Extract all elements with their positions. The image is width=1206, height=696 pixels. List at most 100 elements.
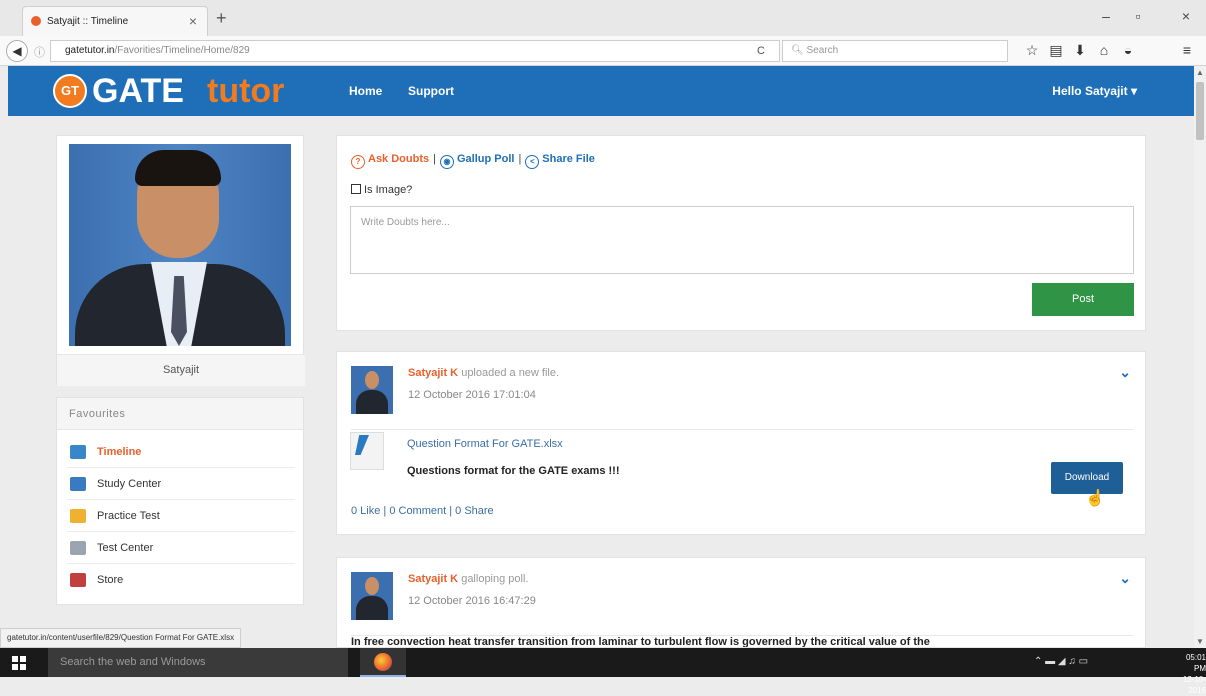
post-action: uploaded a new file. — [458, 367, 560, 379]
windows-start-icon[interactable] — [12, 656, 26, 670]
logo-text[interactable]: GATE — [92, 72, 184, 110]
reload-icon[interactable]: C — [757, 45, 765, 57]
fav-item-label: Timeline — [97, 446, 142, 458]
menu-icon[interactable]: ≡ — [1178, 42, 1196, 58]
file-description: Questions format for the GATE exams !!! — [407, 465, 620, 477]
fav-item-store[interactable]: Store — [67, 564, 295, 596]
post-date: 12 October 2016 16:47:29 — [408, 595, 536, 607]
firefox-taskbar-button[interactable] — [360, 648, 406, 677]
logo-accent-text[interactable]: tutor — [207, 72, 284, 110]
tab-share-file[interactable]: < Share File — [525, 153, 595, 169]
tab-label: Ask Doubts — [368, 153, 430, 165]
calendar-icon — [70, 445, 86, 459]
minimize-icon[interactable]: – — [1096, 8, 1116, 24]
post-stats: 0 Like | 0 Comment | 0 Share — [351, 505, 494, 517]
tab-label: Gallup Poll — [456, 153, 515, 165]
composer-tabs: ? Ask Doubts | ◉ Gallup Poll | < Share File — [351, 153, 595, 169]
post-button[interactable]: Post — [1032, 283, 1134, 316]
bookmark-star-icon[interactable]: ☆ — [1023, 42, 1041, 59]
system-tray[interactable]: ⌃ ▬ ◢ ♫ ▭ — [1034, 656, 1088, 667]
composer-card: ? Ask Doubts | ◉ Gallup Poll | < Share File Is … — [336, 135, 1146, 331]
share-icon: < — [525, 155, 540, 169]
browser-tabbar: Satyajit :: Timeline × + – ▫ × — [0, 0, 1206, 36]
divider — [351, 429, 1133, 430]
fav-item-practice-test[interactable]: Practice Test — [67, 500, 295, 532]
info-icon[interactable]: ⓘ — [34, 44, 45, 60]
fav-item-label: Store — [97, 574, 124, 586]
close-tab-icon[interactable]: × — [189, 13, 197, 29]
reading-list-icon[interactable]: ▤ — [1047, 42, 1065, 59]
file-name-link[interactable]: Question Format For GATE.xlsx — [407, 438, 563, 450]
url-path: /Favorities/Timeline/Home/829 — [114, 45, 250, 56]
taskbar-search-input[interactable]: Search the web and Windows — [48, 648, 348, 677]
doubt-textarea[interactable]: Write Doubts here... — [350, 206, 1134, 274]
favicon-icon — [31, 16, 41, 26]
firefox-icon — [374, 653, 392, 671]
search-placeholder: Search — [806, 45, 839, 56]
chevron-down-icon[interactable]: ⌄ — [1119, 570, 1131, 587]
tab-title: Satyajit :: Timeline — [47, 16, 129, 27]
pocket-icon[interactable]: ◒ — [1119, 42, 1137, 58]
clock-date: 12-10-2016 — [1182, 675, 1206, 695]
post-stats-links[interactable]: 0 Like | 0 Comment | 0 Share — [351, 505, 494, 517]
avatar[interactable] — [351, 572, 393, 620]
feed-card: Satyajit K galloping poll. 12 October 20… — [336, 557, 1146, 648]
tab-gallup-poll[interactable]: ◉ Gallup Poll — [439, 153, 515, 169]
folder-icon — [70, 509, 86, 523]
fav-item-study-center[interactable]: Study Center — [67, 468, 295, 500]
fav-item-test-center[interactable]: Test Center — [67, 532, 295, 564]
post-author[interactable]: Satyajit K — [408, 367, 458, 379]
favourites-heading: Favourites — [57, 398, 303, 430]
url-host: gatetutor.in — [65, 45, 115, 56]
favourites-panel: Favourites Timeline Study Center Practic… — [56, 397, 304, 605]
post-date: 12 October 2016 17:01:04 — [408, 389, 536, 401]
chevron-down-icon[interactable]: ⌄ — [1119, 364, 1131, 381]
post-author[interactable]: Satyajit K — [408, 573, 458, 585]
user-menu[interactable]: Hello Satyajit ▾ — [1052, 84, 1137, 98]
fav-item-label: Study Center — [97, 478, 162, 490]
pen-icon — [70, 541, 86, 555]
scroll-down-icon[interactable]: ▼ — [1196, 637, 1204, 646]
browser-search-input[interactable]: 🔍︎ Search — [782, 40, 1008, 62]
poll-icon: ◉ — [439, 155, 454, 169]
nav-home[interactable]: Home — [349, 84, 382, 98]
browser-navbar: ◀ ⓘ gatetutor.in/Favorities/Timeline/Hom… — [0, 36, 1206, 66]
close-window-icon[interactable]: × — [1176, 8, 1196, 24]
scrollbar-thumb[interactable] — [1196, 82, 1204, 140]
download-icon[interactable]: ⬇ — [1071, 42, 1089, 59]
fav-item-label: Test Center — [97, 542, 154, 554]
tab-ask-doubts[interactable]: ? Ask Doubts — [351, 153, 430, 169]
question-icon: ? — [351, 155, 365, 169]
store-icon — [70, 573, 86, 587]
fav-item-label: Practice Test — [97, 510, 160, 522]
browser-tab[interactable]: Satyajit :: Timeline × — [22, 6, 208, 36]
profile-name[interactable]: Satyajit — [57, 354, 305, 386]
books-icon — [70, 477, 86, 491]
status-link-preview: gatetutor.in/content/userfile/829/Questi… — [0, 628, 242, 648]
clock-time: 05:01 PM — [1185, 653, 1206, 673]
address-bar[interactable]: gatetutor.in/Favorities/Timeline/Home/82… — [50, 40, 780, 62]
back-button[interactable]: ◀ — [6, 40, 28, 62]
checkbox-box[interactable] — [351, 184, 361, 194]
taskbar-clock[interactable]: 05:01 PM 12-10-2016 — [1172, 652, 1206, 696]
logo-badge[interactable]: GT — [53, 74, 87, 108]
is-image-label: Is Image? — [364, 184, 413, 196]
fav-item-timeline[interactable]: Timeline — [67, 436, 295, 468]
nav-support[interactable]: Support — [408, 84, 454, 98]
avatar[interactable] — [351, 366, 393, 414]
feed-card: Satyajit K uploaded a new file. 12 Octob… — [336, 351, 1146, 535]
page-scrollbar[interactable]: ▲ ▼ — [1194, 66, 1206, 648]
hand-cursor-icon: ☝ — [1085, 490, 1105, 507]
profile-photo[interactable] — [69, 144, 291, 346]
post-action: galloping poll. — [458, 573, 529, 585]
tab-label: Share File — [542, 153, 595, 165]
scroll-up-icon[interactable]: ▲ — [1196, 68, 1204, 77]
home-icon[interactable]: ⌂ — [1095, 42, 1113, 58]
profile-card: Satyajit — [56, 135, 305, 386]
maximize-icon[interactable]: ▫ — [1128, 8, 1148, 24]
windows-taskbar: Search the web and Windows ⌃ ▬ ◢ ♫ ▭ 05:… — [0, 648, 1206, 695]
is-image-checkbox[interactable]: Is Image? — [351, 184, 412, 196]
poll-question: In free convection heat transfer transit… — [351, 636, 930, 648]
new-tab-button[interactable]: + — [216, 8, 227, 29]
excel-file-icon — [350, 432, 384, 470]
